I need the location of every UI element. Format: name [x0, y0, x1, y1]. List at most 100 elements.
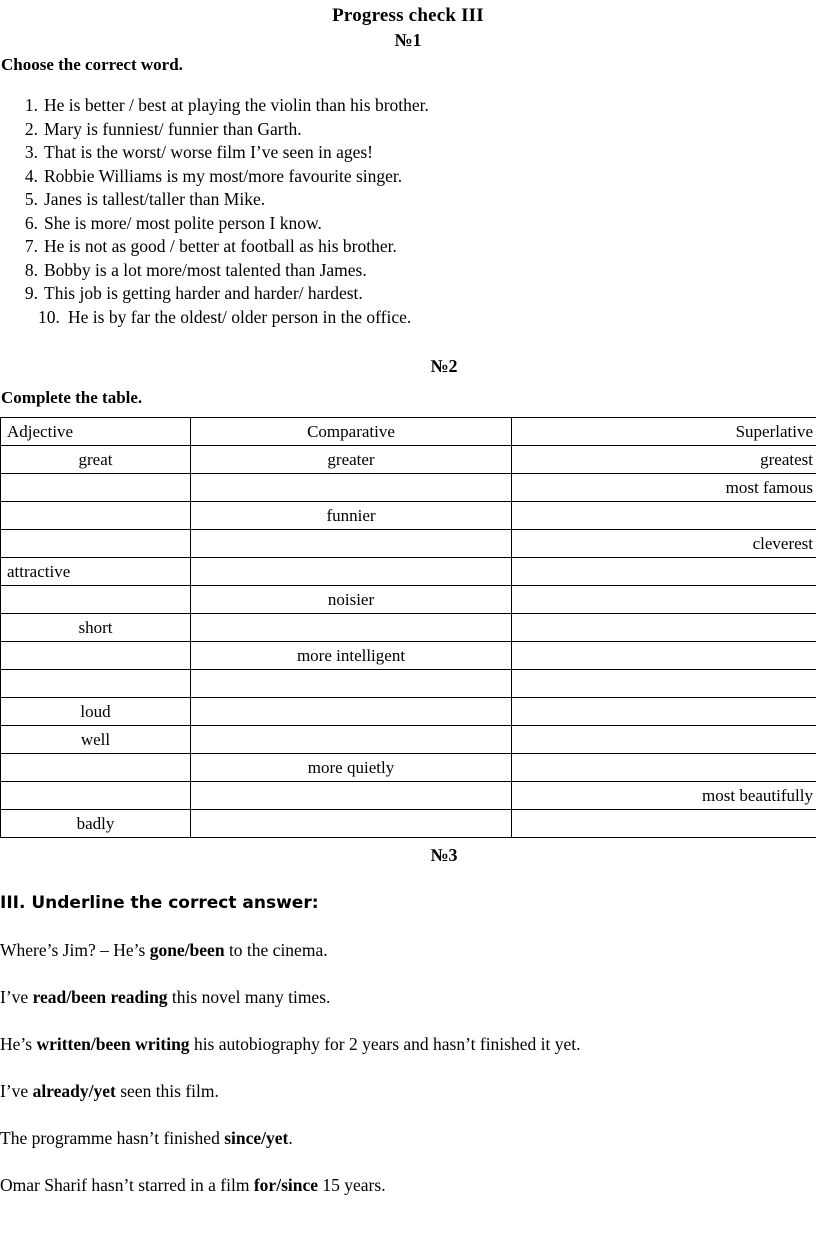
answer-choice-pair[interactable]: written/been writing — [36, 1034, 189, 1054]
answer-choice-pair[interactable]: already/yet — [33, 1081, 116, 1101]
table-header-cell: Adjective — [0, 417, 191, 446]
table-row: attractive — [0, 557, 816, 586]
table-cell-superlative[interactable] — [511, 725, 816, 754]
table-row — [0, 669, 816, 698]
table-cell-superlative[interactable] — [511, 557, 816, 586]
exercise-3-sentence: Omar Sharif hasn’t starred in a film for… — [0, 1174, 816, 1196]
exercise-1-item-text: That is the worst/ worse film I’ve seen … — [44, 142, 374, 162]
exercise-1-item-number: 4. — [24, 165, 38, 186]
table-cell-adjective[interactable]: well — [0, 725, 191, 754]
exercise-1-item: 6. She is more/ most polite person I know… — [0, 212, 816, 236]
table-cell-adjective[interactable] — [0, 753, 191, 782]
table-cell-superlative[interactable]: greatest — [511, 445, 816, 474]
exercise-1-item: 10. He is by far the oldest/ older perso… — [0, 306, 816, 330]
table-cell-comparative[interactable] — [190, 613, 512, 642]
exercise-1-instruction: Choose the correct word. — [1, 55, 183, 74]
exercise-3-sentence: I’ve already/yet seen this film. — [0, 1080, 816, 1102]
sentence-suffix: seen this film. — [115, 1081, 219, 1101]
table-header-cell: Comparative — [190, 417, 512, 446]
exercise-1-item-text: Bobby is a lot more/most talented than J… — [44, 259, 367, 280]
table-cell-superlative[interactable] — [511, 613, 816, 642]
table-row: more quietly — [0, 753, 816, 782]
table-cell-comparative[interactable] — [190, 697, 512, 726]
table-cell-adjective[interactable] — [0, 641, 191, 670]
sentence-suffix: . — [288, 1128, 293, 1148]
table-cell-superlative[interactable]: most beautifully — [511, 781, 816, 810]
table-cell-comparative[interactable]: noisier — [190, 585, 512, 614]
sentence-suffix: this novel many times. — [167, 987, 331, 1007]
exercise-1-item-number: 6. — [24, 212, 38, 233]
exercise-1-item-text: He is not as good / better at football a… — [44, 236, 397, 256]
table-cell-comparative[interactable]: more intelligent — [190, 641, 512, 670]
sentence-prefix: Omar Sharif hasn’t starred in a film — [0, 1175, 254, 1195]
exercise-1-item: 9. This job is getting harder and harder… — [0, 282, 816, 306]
table-row: well — [0, 725, 816, 754]
exercise-3-sentence: Where’s Jim? – He’s gone/been to the cin… — [0, 939, 816, 961]
exercise-3-lines: Where’s Jim? – He’s gone/been to the cin… — [0, 939, 816, 1196]
table-row: funnier — [0, 501, 816, 530]
table-cell-adjective[interactable]: loud — [0, 697, 191, 726]
exercise-1-item-number: 8. — [24, 259, 38, 280]
sentence-prefix: I’ve — [0, 987, 33, 1007]
table-header-row: Adjective Comparative Superlative — [0, 417, 816, 446]
table-cell-superlative[interactable] — [511, 669, 816, 698]
exercise-1-item-text: Janes is tallest/taller than Mike. — [44, 189, 266, 209]
exercise-1-item-number: 9. — [24, 283, 38, 303]
answer-choice-pair[interactable]: read/been reading — [33, 987, 168, 1007]
sentence-suffix: to the cinema. — [224, 940, 328, 960]
exercise-1-item-text: He is by far the oldest/ older person in… — [68, 306, 412, 327]
table-row: most famous — [0, 473, 816, 502]
table-cell-comparative[interactable] — [190, 669, 512, 698]
table-cell-comparative[interactable] — [190, 529, 512, 558]
exercise-2-number: №2 — [430, 356, 458, 376]
table-cell-superlative[interactable]: cleverest — [511, 529, 816, 558]
table-cell-superlative[interactable] — [511, 585, 816, 614]
exercise-1-item-number: 3. — [24, 142, 38, 162]
table-cell-adjective[interactable] — [0, 781, 191, 810]
table-cell-comparative[interactable]: funnier — [190, 501, 512, 530]
exercise-3-sentence: I’ve read/been reading this novel many t… — [0, 986, 816, 1008]
answer-choice-pair[interactable]: gone/been — [150, 940, 225, 960]
table-row: most beautifully — [0, 781, 816, 810]
table-cell-comparative[interactable] — [190, 725, 512, 754]
exercise-1-item-text: Robbie Williams is my most/more favourit… — [44, 165, 403, 186]
exercise-1-item-number: 10. — [38, 306, 60, 327]
table-cell-comparative[interactable]: greater — [190, 445, 512, 474]
table-cell-adjective[interactable]: badly — [0, 809, 191, 838]
table-cell-adjective[interactable] — [0, 669, 191, 698]
exercise-1-item: 3. That is the worst/ worse film I’ve see… — [0, 141, 816, 165]
exercise-3-sentence: The programme hasn’t finished since/yet. — [0, 1127, 816, 1149]
table-row: short — [0, 613, 816, 642]
sentence-suffix: his autobiography for 2 years and hasn’t… — [189, 1034, 581, 1054]
table-cell-superlative[interactable] — [511, 697, 816, 726]
table-cell-superlative[interactable]: most famous — [511, 473, 816, 502]
answer-choice-pair[interactable]: for/since — [254, 1175, 318, 1195]
table-cell-comparative[interactable] — [190, 473, 512, 502]
table-cell-superlative[interactable] — [511, 501, 816, 530]
table-cell-superlative[interactable] — [511, 641, 816, 670]
table-cell-comparative[interactable] — [190, 557, 512, 586]
table-cell-comparative[interactable] — [190, 781, 512, 810]
table-cell-adjective[interactable]: great — [0, 445, 191, 474]
exercise-1-item: 5. Janes is tallest/taller than Mike. — [0, 188, 816, 212]
table-cell-adjective[interactable]: attractive — [0, 557, 191, 586]
exercise-1-item: 8. Bobby is a lot more/most talented than… — [0, 259, 816, 283]
worksheet-page: Progress check III №1 Choose the correct… — [0, 0, 816, 1253]
exercise-1-item-text: He is better / best at playing the violi… — [44, 95, 429, 115]
table-cell-adjective[interactable] — [0, 501, 191, 530]
table-cell-adjective[interactable] — [0, 529, 191, 558]
table-cell-adjective[interactable] — [0, 585, 191, 614]
sentence-prefix: He’s — [0, 1034, 37, 1054]
adjective-forms-table: Adjective Comparative Superlative great grea… — [0, 417, 816, 838]
table-cell-superlative[interactable] — [511, 753, 816, 782]
answer-choice-pair[interactable]: since/yet — [224, 1128, 288, 1148]
table-cell-comparative[interactable] — [190, 809, 512, 838]
table-cell-superlative[interactable] — [511, 809, 816, 838]
table-cell-adjective[interactable]: short — [0, 613, 191, 642]
table-row: more intelligent — [0, 641, 816, 670]
exercise-1-item: 2. Mary is funniest/ funnier than Garth. — [0, 118, 816, 142]
table-cell-comparative[interactable]: more quietly — [190, 753, 512, 782]
exercise-1-item: 7. He is not as good / better at football… — [0, 235, 816, 259]
sentence-prefix: The programme hasn’t finished — [0, 1128, 225, 1148]
table-cell-adjective[interactable] — [0, 473, 191, 502]
